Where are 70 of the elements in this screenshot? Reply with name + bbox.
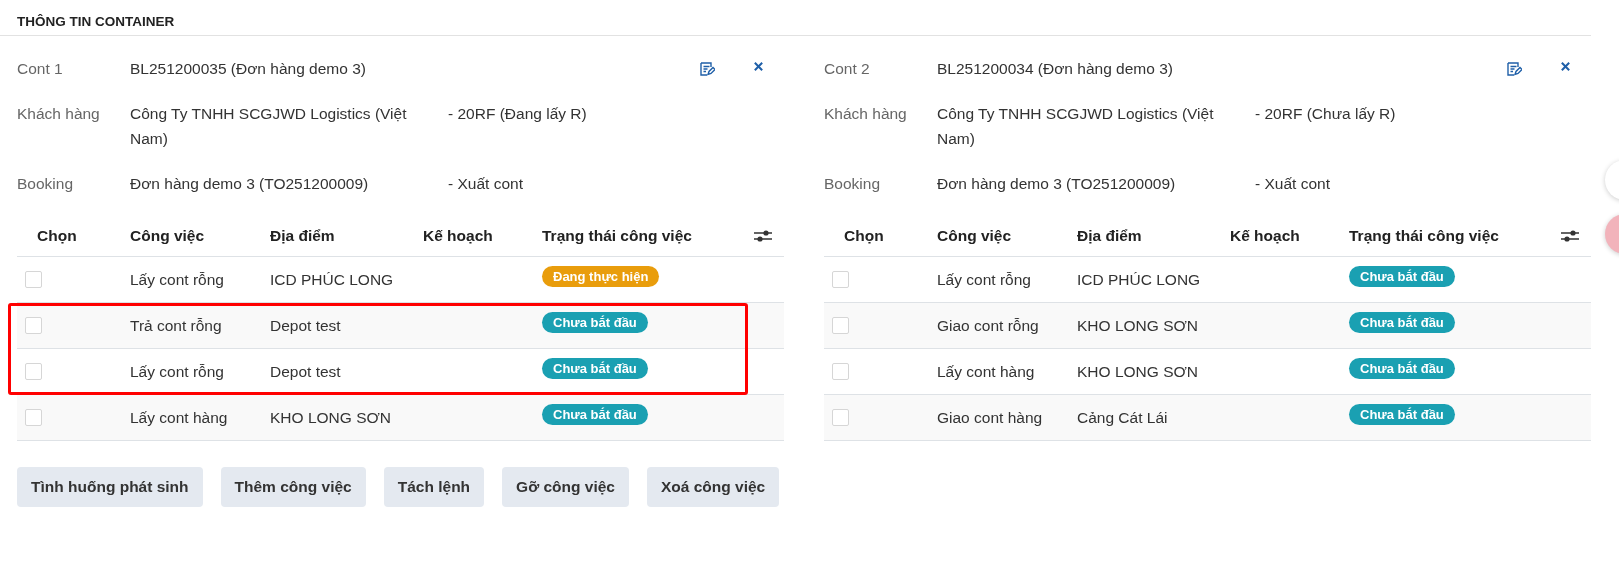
container-value: BL251200034 (Đơn hàng demo 3) — [937, 59, 1174, 79]
action-button[interactable]: Tình huống phát sinh — [17, 467, 203, 507]
column-header: Trạng thái công việc — [1349, 227, 1500, 245]
container-type: - 20RF (Chưa lấy R) — [1255, 104, 1397, 124]
column-header: Công việc — [937, 227, 1013, 245]
table-cell-text: Giao cont hàng — [937, 408, 1044, 427]
field-label: Booking — [17, 174, 74, 194]
customer-value: Công Ty TNHH SCGJWD Logistics (Việt Nam) — [130, 104, 408, 149]
booking-type: - Xuất cont — [448, 174, 524, 194]
row-checkbox[interactable] — [25, 409, 42, 426]
table-cell-text: Trả cont rỗng — [130, 316, 223, 335]
table-cell-text: ICD PHÚC LONG — [1077, 270, 1202, 289]
table-cell-text: Lấy cont rỗng — [130, 362, 225, 381]
table-cell-text: Giao cont rỗng — [937, 316, 1040, 335]
status-badge: Chưa bắt đầu — [1349, 358, 1455, 379]
status-badge: Chưa bắt đầu — [1349, 404, 1455, 425]
column-header: Trạng thái công việc — [542, 227, 693, 245]
row-checkbox[interactable] — [832, 317, 849, 334]
row-checkbox[interactable] — [832, 363, 849, 380]
edit-icon[interactable] — [1506, 61, 1522, 77]
status-badge: Chưa bắt đầu — [542, 404, 648, 425]
table-cell-text: Depot test — [270, 316, 342, 335]
column-header: Chọn — [36, 227, 78, 245]
status-badge: Chưa bắt đầu — [542, 358, 648, 379]
row-checkbox[interactable] — [832, 271, 849, 288]
status-badge: Chưa bắt đầu — [1349, 312, 1455, 333]
row-checkbox[interactable] — [25, 317, 42, 334]
status-badge: Chưa bắt đầu — [542, 312, 648, 333]
action-button[interactable]: Xoá công việc — [646, 467, 780, 507]
edit-icon[interactable] — [699, 61, 715, 77]
column-header: Chọn — [843, 227, 885, 245]
field-label: Cont 2 — [824, 59, 871, 79]
action-button[interactable]: Gỡ công việc — [502, 467, 629, 507]
close-icon[interactable] — [753, 61, 764, 72]
column-header: Địa điểm — [270, 227, 336, 245]
row-checkbox[interactable] — [25, 271, 42, 288]
container-type: - 20RF (Đang lấy R) — [448, 104, 588, 124]
table-cell-text: Lấy cont hàng — [937, 362, 1036, 381]
sliders-icon[interactable] — [1561, 228, 1579, 244]
table-cell-text: KHO LONG SƠN — [1077, 362, 1199, 381]
table-cell-text: Lấy cont rỗng — [130, 270, 225, 289]
column-header: Kế hoạch — [423, 227, 494, 245]
table-cell-text: KHO LONG SƠN — [1077, 316, 1199, 335]
close-icon[interactable] — [1560, 61, 1571, 72]
booking-value: Đơn hàng demo 3 (TO251200009) — [130, 174, 370, 194]
table-cell-text: Lấy cont hàng — [130, 408, 229, 427]
row-checkbox[interactable] — [832, 409, 849, 426]
field-label: Booking — [824, 174, 881, 194]
table-cell-text: KHO LONG SƠN — [270, 408, 392, 427]
column-header: Kế hoạch — [1230, 227, 1301, 245]
table-cell-text: Lấy cont rỗng — [937, 270, 1032, 289]
table-cell-text: ICD PHÚC LONG — [270, 270, 395, 289]
customer-value: Công Ty TNHH SCGJWD Logistics (Việt Nam) — [937, 104, 1215, 149]
row-checkbox[interactable] — [25, 363, 42, 380]
field-label: Cont 1 — [17, 59, 64, 79]
booking-value: Đơn hàng demo 3 (TO251200009) — [937, 174, 1177, 194]
booking-type: - Xuất cont — [1255, 174, 1331, 194]
column-header: Địa điểm — [1077, 227, 1143, 245]
table-cell-text: Depot test — [270, 362, 342, 381]
table-cell-text: Cảng Cát Lái — [1077, 408, 1169, 427]
section-title: THÔNG TIN CONTAINER — [0, 0, 1591, 36]
status-badge: Chưa bắt đầu — [1349, 266, 1455, 287]
status-badge: Đang thực hiện — [542, 266, 660, 287]
column-header: Công việc — [130, 227, 206, 245]
field-label: Khách hàng — [824, 104, 908, 124]
action-button[interactable]: Tách lệnh — [383, 467, 485, 507]
field-label: Khách hàng — [17, 104, 101, 124]
sliders-icon[interactable] — [754, 228, 772, 244]
action-button[interactable]: Thêm công việc — [220, 467, 366, 507]
container-value: BL251200035 (Đơn hàng demo 3) — [130, 59, 367, 79]
